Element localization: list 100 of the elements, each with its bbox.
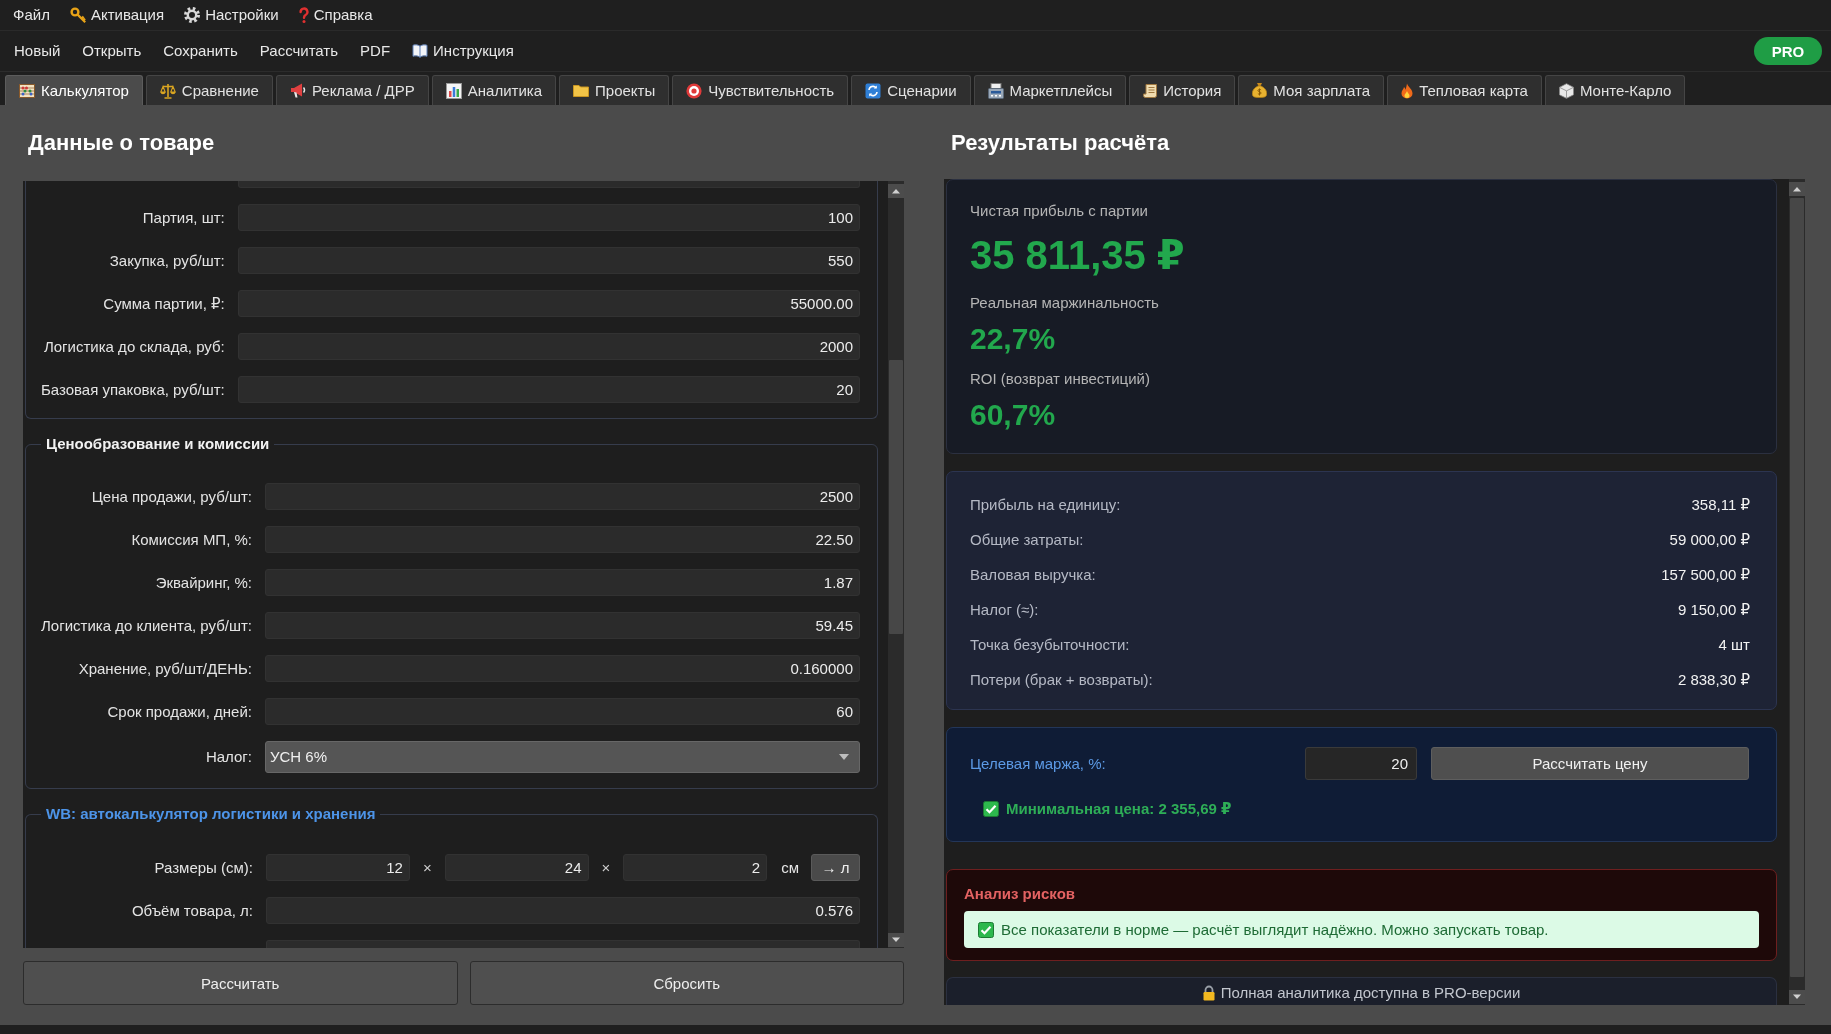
check-icon [978, 921, 994, 938]
input-field[interactable] [237, 181, 860, 188]
input-field[interactable] [266, 940, 860, 948]
field-label: Цена продажи, руб/шт: [90, 486, 252, 507]
detail-label: Точка безубыточности: [970, 635, 1130, 655]
detail-value: 9 150,00 ₽ [1677, 600, 1750, 620]
target-icon [686, 82, 703, 99]
abacus-icon [19, 83, 35, 98]
metric-label: ROI (возврат инвестиций) [970, 369, 1151, 389]
input-field[interactable]: 60 [265, 698, 860, 725]
metric-label: Реальная маржинальность [970, 293, 1160, 313]
toolbar-button[interactable]: Рассчитать [248, 37, 350, 65]
toolbar-button[interactable]: Новый [3, 37, 72, 65]
convert-button[interactable]: → л [811, 854, 860, 881]
field-label: Срок продажи, дней: [106, 701, 252, 722]
scrollbar-thumb[interactable] [1790, 198, 1804, 977]
metric-value: 22,7% [970, 323, 1057, 355]
input-field[interactable]: 22.50 [265, 526, 860, 553]
arrow-down-icon[interactable] [1789, 990, 1805, 1004]
field-label: Партия, шт: [141, 207, 225, 228]
tab[interactable]: Калькулятор [5, 75, 143, 105]
cube-icon [1558, 82, 1574, 99]
tab[interactable]: Маркетплейсы [973, 75, 1127, 105]
toolbar-button[interactable]: Открыть [71, 37, 153, 65]
tab[interactable]: Проекты [559, 75, 670, 105]
tab[interactable]: Реклама / ДРР [275, 75, 429, 105]
panel-title: Данные о товаре [28, 129, 215, 157]
input-field[interactable]: 550 [237, 247, 860, 274]
input-field[interactable]: 20 [1305, 747, 1417, 780]
tab[interactable]: Тепловая карта [1387, 75, 1542, 105]
calculate-button[interactable]: Рассчитать [23, 961, 458, 1005]
field-label: Хранение, руб/шт/ДЕНЬ: [77, 658, 252, 679]
multiplication-sign: × [601, 857, 611, 878]
folder-icon [573, 84, 590, 97]
input-field[interactable]: 100 [237, 204, 860, 231]
menu-item[interactable]: Активация [59, 2, 175, 28]
input-field[interactable]: 1.87 [265, 569, 860, 596]
toolbar-button[interactable]: Инструкция [401, 37, 525, 65]
detail-value: 358,11 ₽ [1691, 495, 1750, 515]
detail-value: 59 000,00 ₽ [1669, 530, 1750, 550]
target-label: Целевая маржа, %: [970, 753, 1107, 774]
menu-item[interactable]: Файл [3, 2, 60, 28]
field-label: Логистика до склада, руб: [42, 336, 225, 357]
input-field[interactable]: 2000 [237, 333, 860, 360]
status-text: Все показатели в норме — расчёт выглядит надёжно. Можно запускать товар. [1001, 919, 1549, 940]
arrow-up-icon[interactable] [1789, 182, 1805, 196]
pro-button[interactable]: PRO [1754, 37, 1822, 65]
field-label: Логистика до клиента, руб/шт: [41, 615, 252, 636]
input-field[interactable]: 59.45 [265, 612, 860, 639]
input-field[interactable]: 12 [266, 854, 410, 881]
dropdown[interactable]: УСН 6% [265, 741, 860, 773]
field-label: Комиссия МП, %: [130, 529, 252, 550]
field-label: Базовая упаковка, руб/шт: [41, 379, 225, 400]
toolbar-button[interactable]: PDF [349, 37, 402, 65]
flame-icon [1401, 82, 1414, 99]
check-icon [983, 801, 999, 817]
input-field[interactable]: 2 [623, 854, 768, 881]
book-icon [412, 44, 429, 58]
megaphone-icon [289, 83, 306, 98]
tab[interactable]: Сценарии [851, 75, 971, 105]
section-title: Ценообразование и комиссии [45, 434, 271, 454]
field-label: Размеры (см): [153, 857, 253, 878]
tab[interactable]: История [1129, 75, 1236, 105]
calculate-price-button[interactable]: Рассчитать цену [1431, 747, 1749, 780]
detail-label: Общие затраты: [970, 530, 1084, 550]
key-icon [69, 7, 86, 23]
arrow-up-icon[interactable] [888, 184, 904, 198]
field-label: Сумма партии, ₽: [102, 293, 225, 314]
money-bag-icon [1252, 83, 1268, 98]
metric-value: 60,7% [970, 399, 1057, 431]
input-field[interactable]: 24 [444, 854, 589, 881]
tab[interactable]: Моя зарплата [1238, 75, 1385, 105]
menu-item[interactable]: Настройки [174, 2, 289, 28]
arrow-down-icon[interactable] [888, 933, 904, 947]
lock-icon [1202, 985, 1215, 1001]
input-field[interactable]: 2500 [265, 483, 860, 510]
input-field[interactable]: 55000.00 [237, 290, 860, 317]
cash-register-icon [987, 82, 1004, 99]
input-field[interactable]: 0.160000 [265, 655, 860, 682]
reset-button[interactable]: Сбросить [469, 961, 904, 1005]
toolbar-button[interactable]: Сохранить [152, 37, 249, 65]
detail-label: Потери (брак + возвраты): [970, 670, 1153, 690]
field-label: Закупка, руб/шт: [108, 250, 225, 271]
menu-item[interactable]: Справка [288, 2, 383, 28]
detail-value: 2 838,30 ₽ [1677, 670, 1750, 690]
field-label: Эквайринг, %: [154, 572, 252, 593]
input-field[interactable]: 20 [237, 376, 860, 403]
bar-chart-icon [445, 82, 462, 99]
section-title: WB: автокалькулятор логистики и хранения [45, 804, 377, 824]
scrollbar-thumb[interactable] [889, 360, 903, 634]
scales-icon [159, 82, 176, 99]
tab[interactable]: Чувствительность [672, 75, 849, 105]
risk-title: Анализ рисков [964, 884, 1077, 904]
scroll-icon [1143, 83, 1158, 98]
tab[interactable]: Монте-Карло [1544, 75, 1686, 105]
caret-icon [839, 754, 849, 760]
settings-icon [184, 7, 201, 23]
input-field[interactable]: 0.576 [266, 897, 860, 924]
tab[interactable]: Сравнение [145, 75, 273, 105]
tab[interactable]: Аналитика [431, 75, 557, 105]
